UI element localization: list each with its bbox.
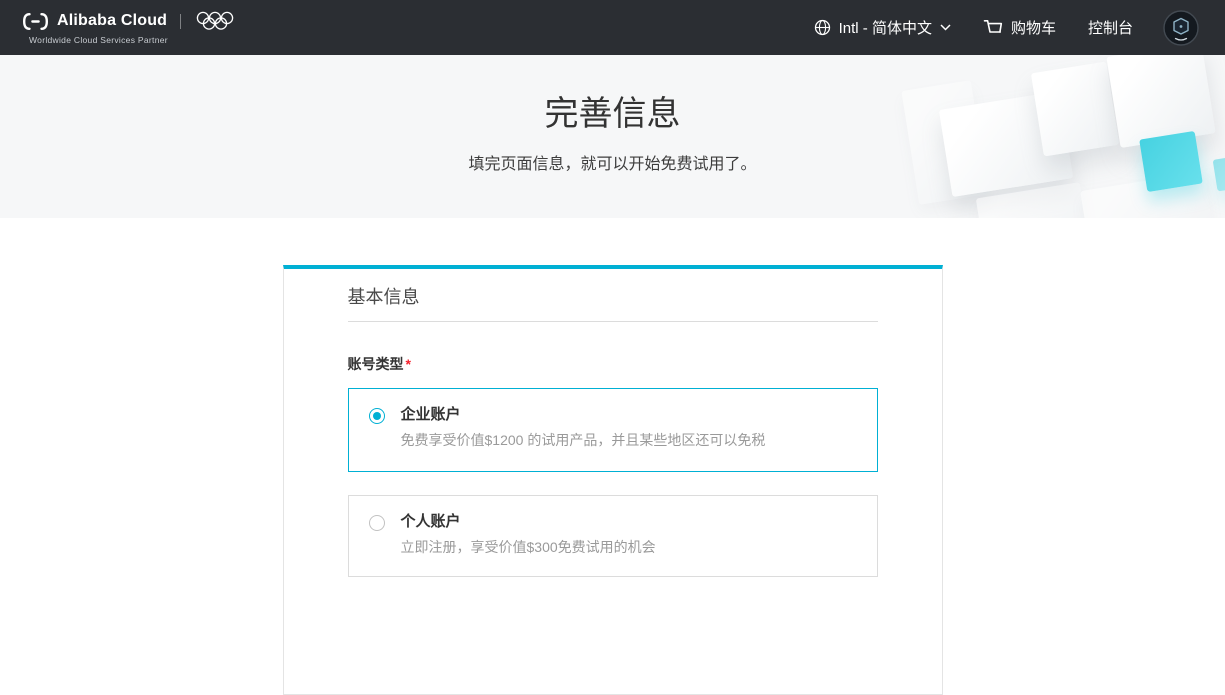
radio-button[interactable] [369, 515, 385, 531]
brand-name: Alibaba Cloud [57, 12, 167, 30]
page-title: 完善信息 [0, 55, 1225, 135]
olympic-rings-icon [194, 10, 238, 32]
cart-label: 购物车 [1011, 17, 1056, 38]
language-label: Intl - 简体中文 [839, 17, 932, 38]
account-type-label: 账号类型* [348, 354, 878, 374]
option-personal-account[interactable]: 个人账户 立即注册，享受价值$300免费试用的机会 [348, 495, 878, 577]
option-enterprise-account[interactable]: 企业账户 免费享受价值$1200 的试用产品，并且某些地区还可以免税 [348, 388, 878, 472]
alibaba-cloud-logo[interactable]: Alibaba Cloud Worldwide Cloud Services P… [22, 10, 238, 45]
language-selector[interactable]: Intl - 简体中文 [814, 17, 951, 38]
user-avatar-icon [1163, 10, 1199, 46]
account-type-options: 企业账户 免费享受价值$1200 的试用产品，并且某些地区还可以免税 个人账户 … [348, 388, 878, 577]
logo-separator [180, 14, 181, 29]
radio-button[interactable] [369, 408, 385, 424]
section-divider [348, 321, 878, 322]
alibaba-cloud-logo-icon [22, 12, 49, 31]
logo-tagline: Worldwide Cloud Services Partner [22, 35, 238, 45]
hero-banner: 完善信息 填完页面信息，就可以开始免费试用了。 [0, 55, 1225, 218]
cart-button[interactable]: 购物车 [983, 17, 1056, 38]
cart-icon [983, 19, 1003, 36]
option-title: 个人账户 [401, 513, 656, 531]
section-title: 基本信息 [348, 287, 878, 308]
required-mark: * [406, 356, 411, 372]
globe-icon [814, 19, 831, 36]
header-nav: Intl - 简体中文 购物车 控制台 [782, 10, 1199, 46]
main-content: 基本信息 账号类型* 企业账户 免费享受价值$1200 的试用产品，并且某些地区… [0, 265, 1225, 695]
option-description: 立即注册，享受价值$300免费试用的机会 [401, 538, 656, 556]
option-description: 免费享受价值$1200 的试用产品，并且某些地区还可以免税 [401, 431, 766, 449]
basic-info-card: 基本信息 账号类型* 企业账户 免费享受价值$1200 的试用产品，并且某些地区… [283, 265, 943, 695]
console-link[interactable]: 控制台 [1088, 17, 1133, 38]
top-navigation-bar: Alibaba Cloud Worldwide Cloud Services P… [0, 0, 1225, 55]
console-label: 控制台 [1088, 17, 1133, 38]
chevron-down-icon [940, 24, 951, 31]
user-avatar[interactable] [1163, 10, 1199, 46]
option-title: 企业账户 [401, 406, 766, 424]
page-subtitle: 填完页面信息，就可以开始免费试用了。 [0, 150, 1225, 174]
